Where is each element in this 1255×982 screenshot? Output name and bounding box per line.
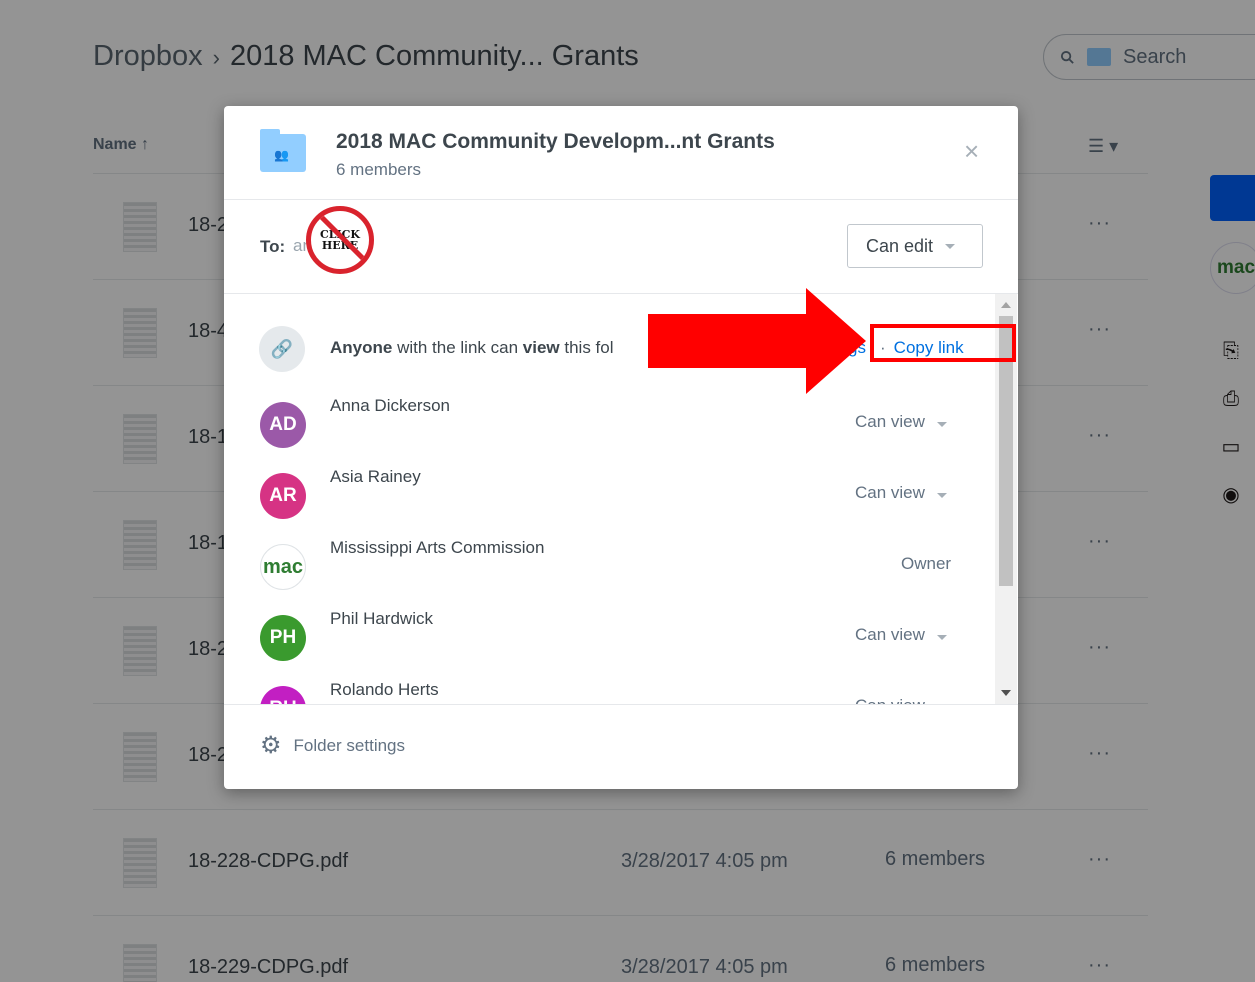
member-role-dropdown[interactable]: Can view (855, 412, 947, 432)
chevron-down-icon (936, 422, 947, 427)
link-this-folder: this fol (564, 338, 614, 357)
member-avatar: AD (260, 402, 306, 448)
member-role: Owner (901, 554, 951, 574)
modal-subtitle: 6 members (336, 160, 422, 179)
folder-settings-label: Folder settings (293, 736, 406, 755)
divider (224, 704, 1018, 705)
member-name: Rolando Herts (330, 680, 439, 699)
folder-settings-button[interactable]: ⚙ Folder settings (260, 734, 405, 758)
member-role-label: Can view (855, 696, 925, 704)
gear-icon: ⚙ (260, 732, 282, 759)
member-avatar: PH (260, 615, 306, 661)
copy-link-highlight-box (870, 324, 1016, 362)
shared-folder-icon: 👥 (260, 129, 306, 172)
modal-title: 2018 MAC Community Developm...nt Grants (336, 130, 775, 153)
chevron-down-icon (936, 635, 947, 640)
member-avatar: RH (260, 686, 306, 704)
member-role-dropdown[interactable]: Can view (855, 625, 947, 645)
member-avatar: AR (260, 473, 306, 519)
chevron-down-icon (945, 243, 956, 249)
member-role-label: Can view (855, 483, 925, 502)
member-row: PH Phil Hardwick Can view (224, 605, 1018, 675)
member-role-dropdown[interactable]: Can view (855, 696, 947, 704)
close-icon[interactable]: × (964, 138, 979, 164)
member-role-label: Owner (901, 554, 952, 573)
share-modal: 👥 2018 MAC Community Developm...nt Grant… (224, 106, 1018, 789)
member-name: Mississippi Arts Commission (330, 538, 545, 557)
member-name: Anna Dickerson (330, 396, 451, 415)
member-row: mac Mississippi Arts Commission Owner (224, 534, 1018, 604)
to-label: To: (260, 237, 286, 256)
divider (224, 199, 1018, 200)
member-name: Phil Hardwick (330, 609, 433, 628)
permission-value: Can edit (866, 235, 934, 256)
no-click-here-badge: CLICK HERE (306, 206, 374, 274)
member-name: Asia Rainey (330, 467, 421, 486)
member-role-label: Can view (855, 625, 925, 644)
member-row: RH Rolando Herts Can view (224, 676, 1018, 704)
link-icon: 🔗 (259, 326, 305, 372)
red-arrow-annotation (648, 288, 866, 394)
member-role-label: Can view (855, 412, 925, 431)
scroll-up-icon[interactable] (1001, 302, 1011, 308)
member-row: AR Asia Rainey Can view (224, 463, 1018, 533)
chevron-down-icon (936, 493, 947, 498)
permission-dropdown[interactable]: Can edit (847, 224, 983, 268)
link-anyone: Anyone (330, 338, 393, 357)
member-avatar: mac (260, 544, 306, 590)
scroll-down-icon[interactable] (1001, 690, 1011, 696)
member-role-dropdown[interactable]: Can view (855, 483, 947, 503)
link-view: view (522, 338, 560, 357)
link-with: with the link can (397, 338, 519, 357)
link-description: Anyone with the link can view this fol (330, 338, 614, 358)
member-row: AD Anna Dickerson Can view (224, 392, 1018, 462)
